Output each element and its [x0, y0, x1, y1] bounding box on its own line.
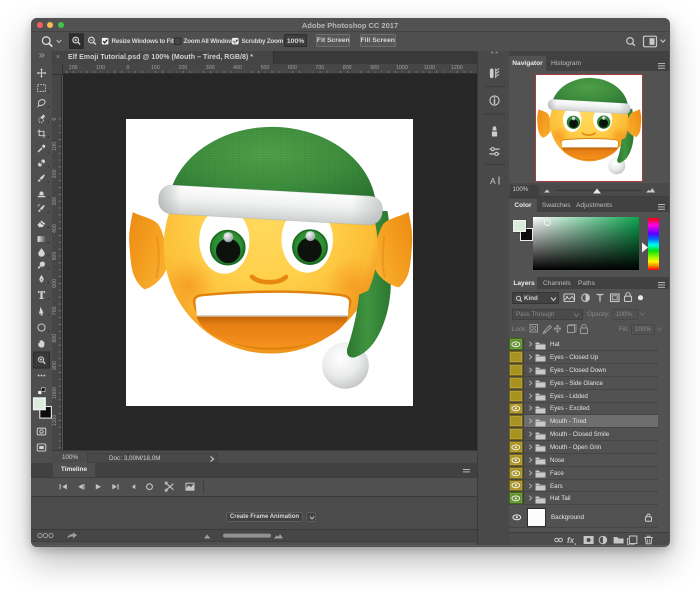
svg-text:A: A — [490, 176, 496, 186]
svg-text:300: 300 — [52, 197, 58, 206]
svg-text:1100: 1100 — [52, 415, 58, 426]
svg-text:800: 800 — [52, 334, 58, 343]
svg-text:900: 900 — [52, 361, 58, 370]
svg-text:500: 500 — [52, 252, 58, 261]
svg-text:0: 0 — [52, 117, 58, 120]
svg-text:700: 700 — [52, 306, 58, 315]
svg-text:200: 200 — [52, 169, 58, 178]
svg-text:400: 400 — [52, 224, 58, 233]
svg-text:600: 600 — [52, 279, 58, 288]
svg-text:1000: 1000 — [52, 387, 58, 399]
svg-text:100: 100 — [52, 142, 58, 151]
